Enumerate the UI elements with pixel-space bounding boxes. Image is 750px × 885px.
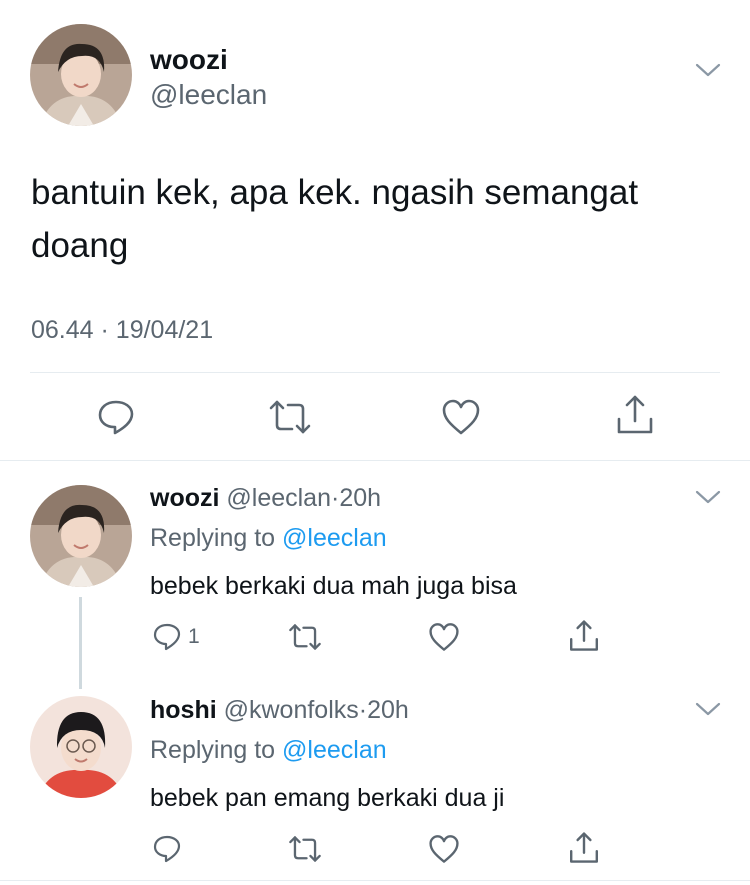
chevron-down-icon[interactable] (694, 489, 722, 507)
reply-author-name[interactable]: hoshi (150, 696, 217, 724)
divider (0, 460, 750, 461)
thread-line (79, 597, 82, 689)
author-handle[interactable]: @leeclan (150, 79, 267, 111)
share-icon[interactable] (615, 394, 655, 436)
replying-prefix: Replying to (150, 524, 276, 552)
avatar-woozi[interactable] (30, 24, 132, 126)
tweet-timestamp[interactable]: 06.44 · 19/04/21 (31, 314, 213, 346)
reply-count: 1 (188, 625, 200, 648)
reply-time[interactable]: 20h (339, 484, 381, 512)
chevron-down-icon[interactable] (694, 701, 722, 719)
share-icon[interactable] (568, 831, 600, 865)
reply-text: bebek pan emang berkaki dua ji (150, 784, 505, 812)
reply-header: woozi @leeclan·20h (150, 483, 381, 513)
like-icon[interactable] (441, 398, 481, 436)
meta-separator: · (358, 696, 368, 724)
replying-to: Replying to @leeclan (150, 523, 387, 553)
tweet-text: bantuin kek, apa kek. ngasih semangat do… (31, 173, 639, 265)
share-icon[interactable] (568, 619, 600, 653)
reply-time[interactable]: 20h (367, 696, 409, 724)
meta-separator: · (100, 316, 109, 344)
author-name[interactable]: woozi (150, 44, 228, 76)
tweet-date: 19/04/21 (115, 316, 214, 344)
retweet-icon[interactable] (288, 834, 322, 864)
divider (0, 880, 750, 881)
reply-author-handle[interactable]: @kwonfolks (224, 696, 359, 724)
replying-to: Replying to @leeclan (150, 735, 387, 765)
replying-prefix: Replying to (150, 736, 276, 764)
reply-author-name[interactable]: woozi (150, 484, 219, 512)
replying-mention[interactable]: @leeclan (282, 736, 387, 764)
reply-icon[interactable] (152, 621, 182, 651)
reply-icon[interactable] (152, 833, 182, 863)
avatar-woozi[interactable] (30, 485, 132, 587)
reply-text: bebek berkaki dua mah juga bisa (150, 572, 517, 600)
chevron-down-icon[interactable] (694, 62, 722, 80)
divider (30, 372, 720, 373)
reply-icon[interactable] (96, 396, 136, 436)
avatar-hoshi[interactable] (30, 696, 132, 798)
retweet-icon[interactable] (268, 398, 312, 436)
reply-header: hoshi @kwonfolks·20h (150, 695, 409, 725)
tweet-time: 06.44 (31, 316, 94, 344)
retweet-icon[interactable] (288, 622, 322, 652)
reply-author-handle[interactable]: @leeclan (226, 484, 331, 512)
replying-mention[interactable]: @leeclan (282, 524, 387, 552)
like-icon[interactable] (428, 622, 460, 652)
like-icon[interactable] (428, 834, 460, 864)
